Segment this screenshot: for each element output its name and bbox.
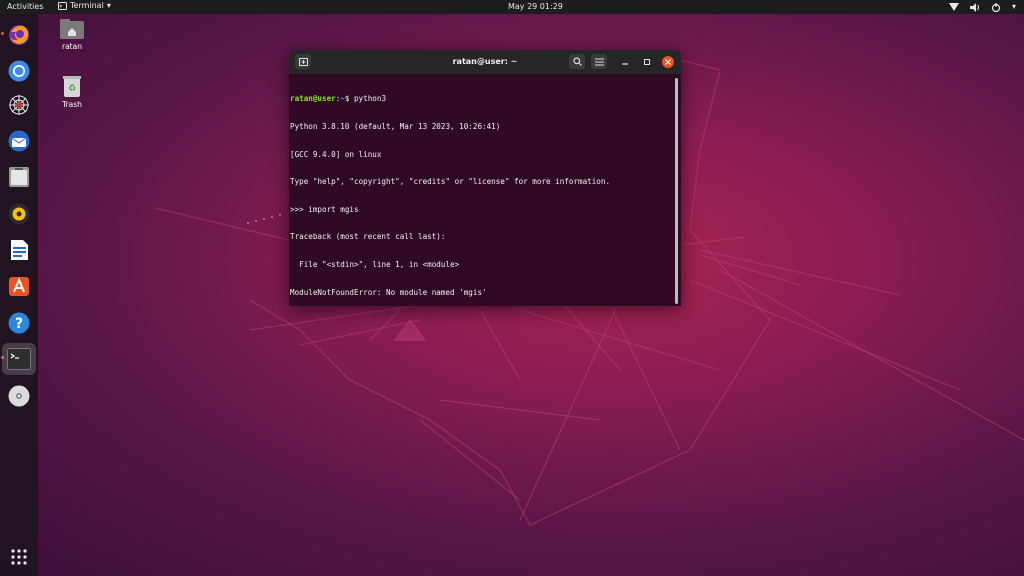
running-indicator bbox=[1, 32, 4, 35]
system-tray[interactable]: ▾ bbox=[948, 1, 1016, 13]
maximize-button[interactable] bbox=[641, 56, 653, 68]
trash-icon: ♻ bbox=[63, 76, 81, 97]
app-menu-label: Terminal bbox=[70, 1, 104, 10]
desktop-icon-trash[interactable]: ♻ Trash bbox=[52, 74, 92, 109]
svg-text:?: ? bbox=[15, 316, 23, 332]
close-button[interactable] bbox=[662, 56, 674, 68]
terminal-line: ratan@user:~$ python3 bbox=[290, 94, 676, 103]
terminal-line: [GCC 9.4.0] on linux bbox=[290, 149, 382, 159]
top-bar: Activities Terminal ▾ May 29 01:29 ▾ bbox=[0, 0, 1024, 14]
chromium-icon[interactable] bbox=[6, 58, 32, 84]
terminal-small-icon bbox=[58, 1, 67, 10]
terminal-window[interactable]: ratan@user: ~ ratan@user:~$ python3 Pyth… bbox=[289, 50, 681, 306]
dock: ? bbox=[0, 14, 38, 576]
dvd-icon[interactable] bbox=[6, 383, 32, 409]
scrollbar[interactable] bbox=[675, 78, 678, 304]
power-icon bbox=[991, 2, 1001, 12]
prompt-user: ratan@user bbox=[290, 94, 336, 104]
activities-button[interactable]: Activities bbox=[7, 2, 44, 11]
rhythmbox-icon[interactable] bbox=[6, 201, 32, 227]
files-icon[interactable] bbox=[6, 164, 32, 190]
volume-icon bbox=[969, 2, 979, 12]
desktop-icon-label: ratan bbox=[62, 42, 82, 51]
terminal-line: File "<stdin>", line 1, in <module> bbox=[290, 259, 460, 269]
chevron-down-icon: ▾ bbox=[106, 1, 111, 10]
menu-button[interactable] bbox=[591, 54, 607, 69]
network-icon bbox=[948, 2, 959, 11]
software-center-icon[interactable] bbox=[6, 273, 32, 299]
minimize-button[interactable] bbox=[619, 56, 631, 68]
terminal-icon[interactable] bbox=[2, 343, 36, 375]
search-icon bbox=[572, 57, 582, 66]
svg-text:♻: ♻ bbox=[68, 84, 76, 94]
chevron-down-icon: ▾ bbox=[1011, 2, 1016, 11]
search-button[interactable] bbox=[569, 54, 585, 69]
writer-icon[interactable] bbox=[6, 237, 32, 263]
spider-web-icon[interactable] bbox=[6, 92, 32, 118]
clock[interactable]: May 29 01:29 bbox=[508, 2, 563, 11]
hamburger-icon bbox=[594, 58, 604, 65]
terminal-line: Traceback (most recent call last): bbox=[290, 232, 446, 242]
terminal-line: >>> import mgis bbox=[290, 204, 359, 214]
home-folder-icon bbox=[60, 19, 84, 39]
terminal-line: ModuleNotFoundError: No module named 'mg… bbox=[290, 287, 487, 297]
command-text: $ python3 bbox=[344, 94, 387, 104]
thunderbird-icon[interactable] bbox=[6, 128, 32, 154]
close-icon bbox=[665, 59, 671, 65]
apps-grid-icon[interactable] bbox=[6, 544, 32, 570]
title-bar[interactable]: ratan@user: ~ bbox=[289, 50, 681, 74]
minimize-icon bbox=[622, 63, 628, 65]
terminal-output[interactable]: ratan@user:~$ python3 Python 3.8.10 (def… bbox=[289, 74, 676, 306]
desktop-icon-home[interactable]: ratan bbox=[52, 18, 92, 51]
terminal-line: Python 3.8.10 (default, Mar 13 2023, 10:… bbox=[290, 122, 501, 131]
desktop-icon-label: Trash bbox=[62, 100, 82, 109]
terminal-line: Type "help", "copyright", "credits" or "… bbox=[290, 177, 611, 187]
firefox-icon[interactable] bbox=[6, 22, 32, 48]
help-icon[interactable]: ? bbox=[6, 310, 32, 336]
app-menu[interactable]: Terminal ▾ bbox=[58, 1, 111, 10]
maximize-icon bbox=[644, 59, 650, 65]
